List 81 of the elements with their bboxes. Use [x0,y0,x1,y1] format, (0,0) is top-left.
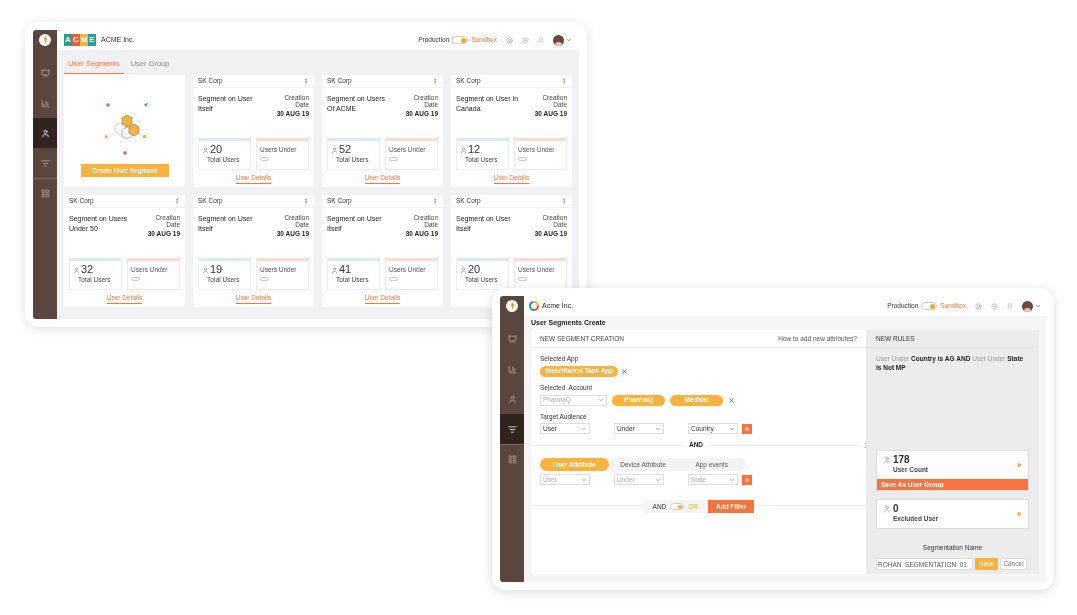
empty-pill-icon [389,156,398,161]
more-icon[interactable] [303,198,309,204]
stat-value: 178 [893,455,911,466]
plus-icon [744,425,750,432]
logo-letter-tile: M [80,34,88,46]
chevron-down-icon [1035,303,1041,309]
chart-monitor-icon [507,334,517,344]
add-button[interactable] [742,474,752,485]
total-users-count: 52 [339,144,352,155]
user-icon [460,267,467,274]
total-users-count: 20 [210,144,223,155]
empty-pill-icon [518,156,527,161]
more-icon[interactable] [432,198,438,204]
plus-icon [744,476,750,483]
notification-icon[interactable] [1007,303,1013,309]
logo-letter-tile: A [64,34,72,46]
close-icon[interactable] [621,367,629,375]
bar-chart-icon [40,98,50,108]
user-icon [883,456,891,465]
logo-letter-tile: E [88,34,96,46]
settings-icon[interactable] [522,36,529,44]
user-icon [202,267,209,274]
avatar-menu[interactable] [1022,300,1041,312]
total-users-count: 41 [339,264,352,275]
chevron-down-icon [655,476,661,483]
environment-toggle[interactable] [921,302,938,310]
grid-icon [40,189,50,198]
carrot-logo-icon [506,300,518,312]
logo-letter-tile: C [72,34,80,46]
filter-list-icon [40,158,50,168]
user-icon [202,147,209,154]
user-icon [460,147,467,154]
more-icon[interactable] [561,198,567,204]
total-users-count: 32 [81,264,94,275]
bar-chart-icon [507,364,517,374]
settings-icon[interactable] [991,302,998,310]
empty-pill-icon [389,276,398,281]
total-users-count: 20 [468,264,481,275]
more-icon[interactable] [432,78,438,84]
chevron-down-icon [598,397,604,403]
empty-pill-icon [131,276,140,281]
chevron-down-icon [581,476,587,483]
help-icon[interactable] [975,302,982,310]
total-users-count: 12 [468,144,481,155]
play-arrow-icon[interactable] [1017,511,1022,518]
environment-toggle[interactable] [452,36,469,44]
close-icon[interactable] [728,396,735,404]
total-users-count: 19 [210,264,223,275]
more-icon[interactable] [303,78,309,84]
avatar-silhouette-icon [1022,300,1033,312]
notification-icon[interactable] [538,37,544,43]
chevron-down-icon [729,476,735,483]
filter-list-icon [507,424,517,434]
user-icon [331,267,338,274]
user-icon [73,267,80,274]
carrot-logo-icon [39,34,51,46]
colorful-logo-icon [529,301,539,311]
chevron-down-icon [655,425,661,432]
add-button[interactable] [742,423,752,434]
sidebar-item[interactable] [33,118,57,148]
avatar-menu[interactable] [553,34,572,46]
grid-icon [507,455,517,464]
chart-monitor-icon [40,68,50,78]
chevron-down-icon [581,425,587,432]
user-icon [507,394,517,404]
empty-pill-icon [260,276,269,281]
chevron-down-icon [566,37,572,43]
chevron-down-icon [729,425,735,432]
empty-pill-icon [518,276,527,281]
play-arrow-icon[interactable] [1017,462,1022,469]
sidebar-item[interactable] [500,414,524,444]
user-icon [331,147,338,154]
more-icon[interactable] [174,198,180,204]
user-icon [883,505,891,514]
avatar-silhouette-icon [553,34,564,46]
stat-value: 0 [893,504,900,515]
empty-pill-icon [260,156,269,161]
user-icon [40,128,50,138]
more-icon[interactable] [561,78,567,84]
help-icon[interactable] [506,36,513,44]
logic-toggle[interactable] [670,503,685,510]
